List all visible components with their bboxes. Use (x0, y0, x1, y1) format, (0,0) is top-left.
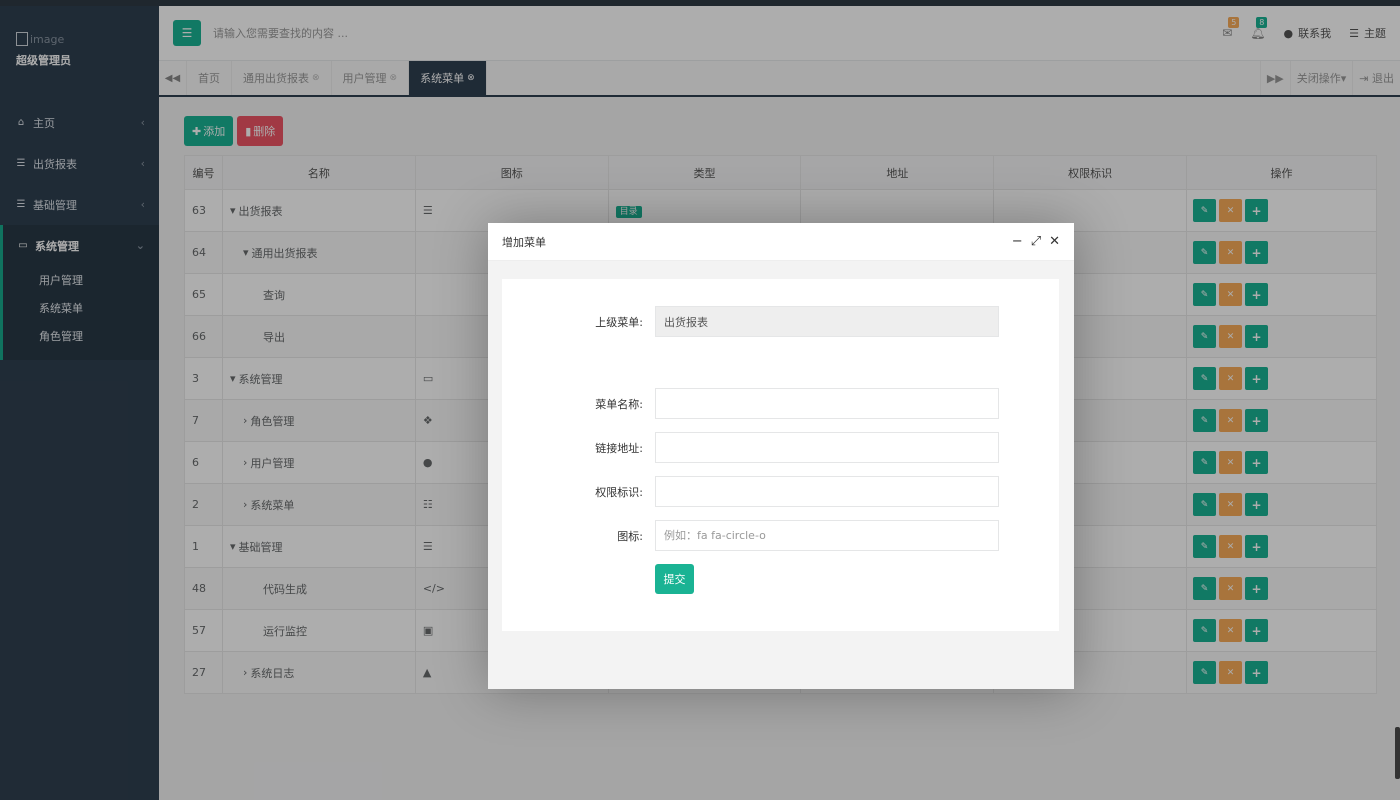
permission-input[interactable] (655, 476, 999, 507)
link-url-input[interactable] (655, 432, 999, 463)
parent-menu-label: 上级菜单: (595, 316, 643, 329)
icon-label: 图标: (617, 530, 643, 543)
submit-button[interactable]: 提交 (655, 564, 694, 594)
maximize-icon[interactable]: ⤢ (1031, 234, 1041, 249)
menu-name-label: 菜单名称: (595, 398, 643, 411)
page-scrollbar[interactable] (1395, 727, 1400, 779)
permission-label: 权限标识: (595, 486, 643, 499)
dialog-title: 增加菜单 (502, 235, 546, 249)
parent-menu-field[interactable] (655, 306, 999, 337)
close-icon[interactable]: ✕ (1049, 234, 1060, 249)
link-url-label: 链接地址: (595, 442, 643, 455)
minimize-icon[interactable]: − (1012, 234, 1023, 249)
add-menu-dialog: 增加菜单 − ⤢ ✕ 上级菜单: 菜单名称: 链接地址: 权限标识: 图标: 提… (488, 223, 1074, 689)
dialog-form: 上级菜单: 菜单名称: 链接地址: 权限标识: 图标: 提交 (502, 279, 1059, 631)
icon-input[interactable] (655, 520, 999, 551)
menu-name-input[interactable] (655, 388, 999, 419)
